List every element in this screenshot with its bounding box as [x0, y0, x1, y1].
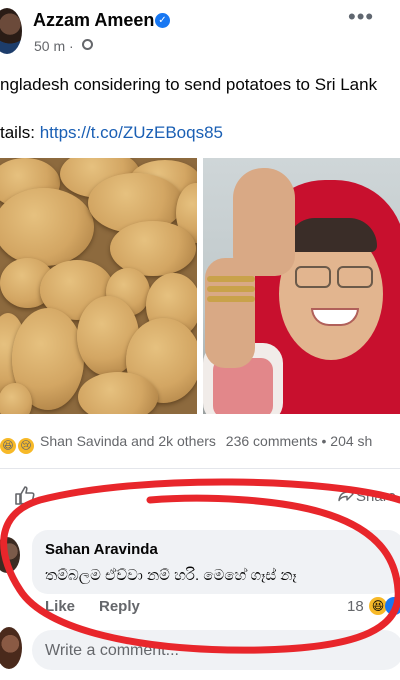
commenter-name[interactable]: Sahan Aravinda	[45, 541, 158, 558]
author-name[interactable]: Azzam Ameen	[33, 10, 154, 31]
reactions-text: Shan Savinda and 2k others	[40, 433, 216, 449]
thumbs-up-icon[interactable]	[14, 484, 36, 506]
comment-input-placeholder[interactable]: Write a comment...	[45, 642, 179, 660]
potatoes-image[interactable]	[0, 158, 197, 414]
globe-icon	[82, 39, 93, 50]
politician-photo[interactable]	[203, 158, 400, 414]
verified-badge-icon: ✓	[155, 13, 170, 28]
details-link[interactable]: https://t.co/ZUzEBoqs85	[40, 123, 223, 142]
reactions-summary[interactable]: 😆 😢 Shan Savinda and 2k others 236 comment…	[0, 433, 372, 454]
comment-text: තම්බලම ඒව්වා නම් හරි. මෙහේ ගෑස් නෑ	[45, 567, 297, 584]
post-details: tails: https://t.co/ZUzEBoqs85	[0, 123, 223, 143]
like-reaction-icon	[385, 597, 400, 615]
share-button[interactable]: Share	[356, 488, 396, 505]
details-prefix: tails:	[0, 123, 40, 142]
comment-reply-button[interactable]: Reply	[99, 598, 140, 615]
sad-reaction-icon: 😢	[18, 438, 34, 454]
share-icon[interactable]	[338, 486, 354, 502]
more-options-icon[interactable]: •••	[348, 4, 374, 30]
post-text: ngladesh considering to send potatoes to…	[0, 75, 378, 94]
comments-count[interactable]: 236 comments • 204 sh	[226, 433, 373, 449]
comment-like-button[interactable]: Like	[45, 598, 75, 615]
user-avatar	[0, 627, 22, 669]
comment-bubble	[32, 530, 400, 594]
comment-reaction-count[interactable]: 18	[347, 598, 364, 615]
haha-reaction-icon: 😆	[0, 438, 16, 454]
post-timestamp[interactable]: 50 m ·	[34, 38, 74, 54]
divider	[0, 468, 400, 469]
commenter-avatar[interactable]	[0, 537, 20, 573]
author-avatar[interactable]	[0, 8, 22, 54]
